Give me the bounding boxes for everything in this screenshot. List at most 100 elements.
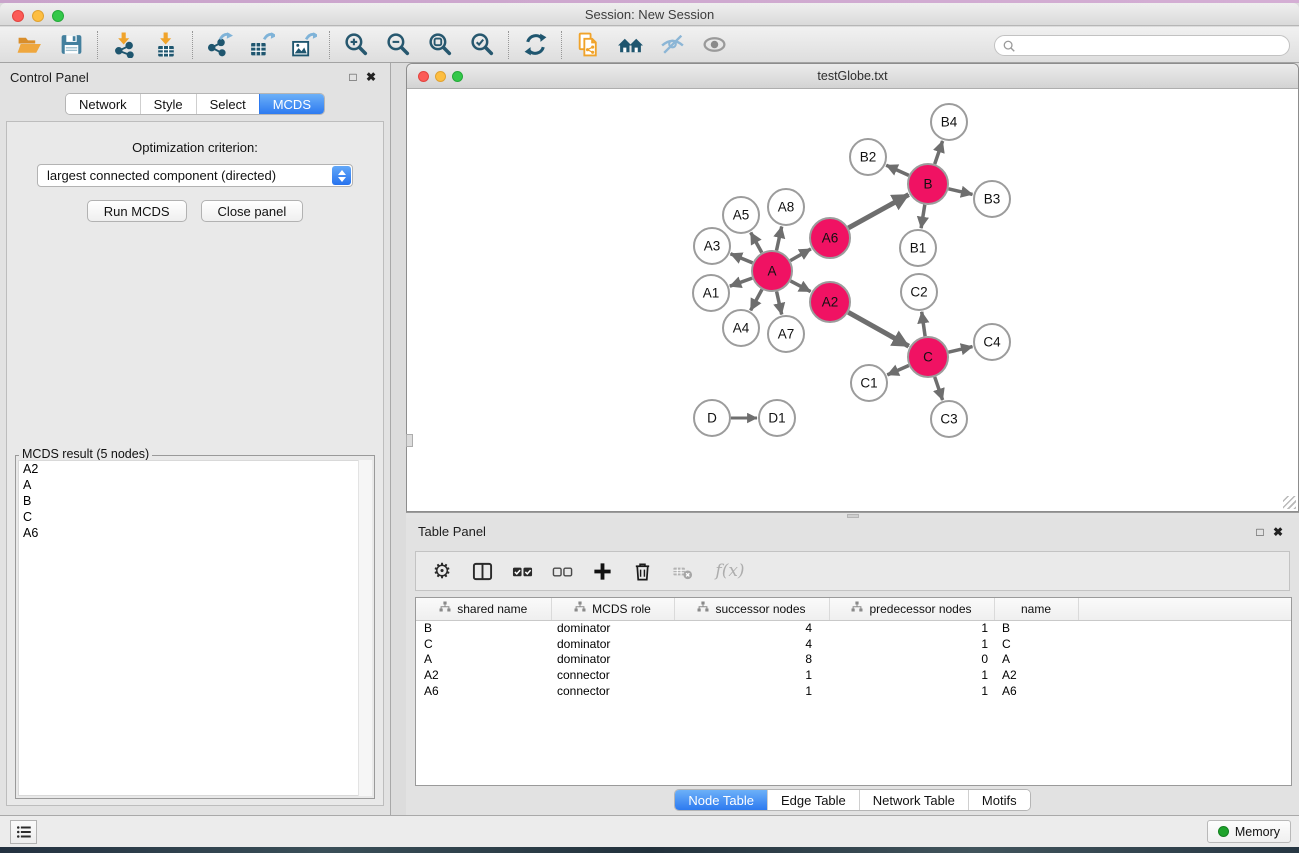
table-cell[interactable]: 4 [674,620,829,636]
network-graph[interactable]: B4B2BB3A8A5A6A3B1AC2A1A2A4A7C4CC1DD1C3 [408,90,1297,511]
column-header-name[interactable]: name [994,598,1078,620]
table-cell[interactable]: 1 [829,683,994,699]
deselect-all-icon[interactable] [549,558,575,584]
table-row[interactable]: A6connector11A6 [416,683,1291,699]
mcds-result-item[interactable]: C [19,509,371,525]
table-cell[interactable]: dominator [551,620,674,636]
table-cell[interactable]: A6 [994,683,1078,699]
search-input[interactable] [1016,37,1289,54]
table-cell[interactable]: 1 [674,683,829,699]
function-builder-icon[interactable]: f(x) [709,558,751,584]
zoom-out-icon[interactable] [377,30,419,60]
edge-B-B1[interactable] [921,205,925,229]
table-cell[interactable]: 1 [829,667,994,683]
table-cell[interactable]: dominator [551,636,674,652]
add-row-icon[interactable] [589,558,615,584]
search-field[interactable] [994,35,1290,56]
select-all-icon[interactable] [509,558,535,584]
mcds-list-scrollbar[interactable] [358,460,372,796]
tab-network-table[interactable]: Network Table [859,790,968,810]
tab-network[interactable]: Network [66,94,140,114]
table-row[interactable]: Adominator80A [416,652,1291,668]
edge-B-B2[interactable] [886,165,909,175]
export-network-icon[interactable] [198,30,240,60]
mcds-result-item[interactable]: A [19,477,371,493]
refresh-view-icon[interactable] [514,30,556,60]
edge-A-A2[interactable] [791,281,811,292]
table-cell[interactable]: connector [551,683,674,699]
column-header-successor-nodes[interactable]: successor nodes [674,598,829,620]
tab-edge-table[interactable]: Edge Table [767,790,859,810]
save-session-icon[interactable] [50,30,92,60]
edge-A-A1[interactable] [730,278,752,286]
edge-C-C2[interactable] [922,312,925,336]
edge-A-A3[interactable] [731,254,753,263]
run-mcds-button[interactable]: Run MCDS [87,200,187,222]
zoom-selected-icon[interactable] [461,30,503,60]
import-table-icon[interactable] [145,30,187,60]
table-cell[interactable]: A2 [416,667,551,683]
table-cell[interactable]: 8 [674,652,829,668]
table-row[interactable]: Bdominator41B [416,620,1291,636]
table-cell[interactable]: 0 [829,652,994,668]
export-image-icon[interactable] [282,30,324,60]
table-cell[interactable]: 1 [829,636,994,652]
edge-A-A4[interactable] [751,289,762,310]
tab-motifs[interactable]: Motifs [968,790,1030,810]
mcds-result-item[interactable]: A2 [19,461,371,477]
first-neighbors-icon[interactable] [609,30,651,60]
tab-mcds[interactable]: MCDS [259,94,324,114]
edge-A-A7[interactable] [777,292,782,315]
edge-A2-C[interactable] [848,312,909,346]
delete-table-icon[interactable] [669,558,695,584]
table-cell[interactable]: dominator [551,652,674,668]
tab-node-table[interactable]: Node Table [675,790,767,810]
network-window-titlebar[interactable]: testGlobe.txt [407,64,1298,89]
open-file-icon[interactable] [8,30,50,60]
criterion-dropdown[interactable]: largest connected component (directed) [37,164,353,187]
table-cell[interactable]: 1 [674,667,829,683]
export-table-icon[interactable] [240,30,282,60]
float-table-panel-icon[interactable]: □ [1251,525,1269,539]
show-all-icon[interactable] [693,30,735,60]
table-cell[interactable]: 4 [674,636,829,652]
edge-A-A6[interactable] [790,249,811,261]
mcds-result-item[interactable]: B [19,493,371,509]
table-cell[interactable]: A6 [416,683,551,699]
column-header-MCDS-role[interactable]: MCDS role [551,598,674,620]
column-header-shared-name[interactable]: shared name [416,598,551,620]
table-settings-icon[interactable]: ⚙ [429,558,455,584]
table-row[interactable]: Cdominator41C [416,636,1291,652]
table-cell[interactable]: B [416,620,551,636]
network-canvas[interactable]: B4B2BB3A8A5A6A3B1AC2A1A2A4A7C4CC1DD1C3 [408,90,1297,510]
table-cell[interactable]: B [994,620,1078,636]
edge-C-C4[interactable] [948,347,972,353]
close-table-panel-icon[interactable]: ✖ [1269,525,1287,539]
memory-button[interactable]: Memory [1207,820,1291,843]
float-panel-icon[interactable]: □ [344,70,362,84]
import-network-icon[interactable] [103,30,145,60]
delete-rows-icon[interactable] [629,558,655,584]
edge-C-C3[interactable] [935,377,943,400]
column-header-predecessor-nodes[interactable]: predecessor nodes [829,598,994,620]
task-history-button[interactable] [10,820,37,844]
edge-A-A8[interactable] [777,227,782,251]
hide-selected-icon[interactable] [651,30,693,60]
table-cell[interactable]: C [994,636,1078,652]
edge-B-B4[interactable] [935,141,943,164]
new-network-from-selection-icon[interactable] [567,30,609,60]
edge-B-B3[interactable] [948,189,972,195]
window-resize-grip[interactable] [1283,496,1296,509]
table-cell[interactable]: 1 [829,620,994,636]
table-cell[interactable]: A2 [994,667,1078,683]
table-cell[interactable]: connector [551,667,674,683]
table-cell[interactable]: A [416,652,551,668]
zoom-in-icon[interactable] [335,30,377,60]
zoom-fit-icon[interactable] [419,30,461,60]
close-panel-button[interactable]: Close panel [201,200,304,222]
table-row[interactable]: A2connector11A2 [416,667,1291,683]
edge-C-C1[interactable] [887,366,909,375]
edge-A-A5[interactable] [751,233,762,253]
tab-select[interactable]: Select [196,94,259,114]
close-panel-icon[interactable]: ✖ [362,70,380,84]
